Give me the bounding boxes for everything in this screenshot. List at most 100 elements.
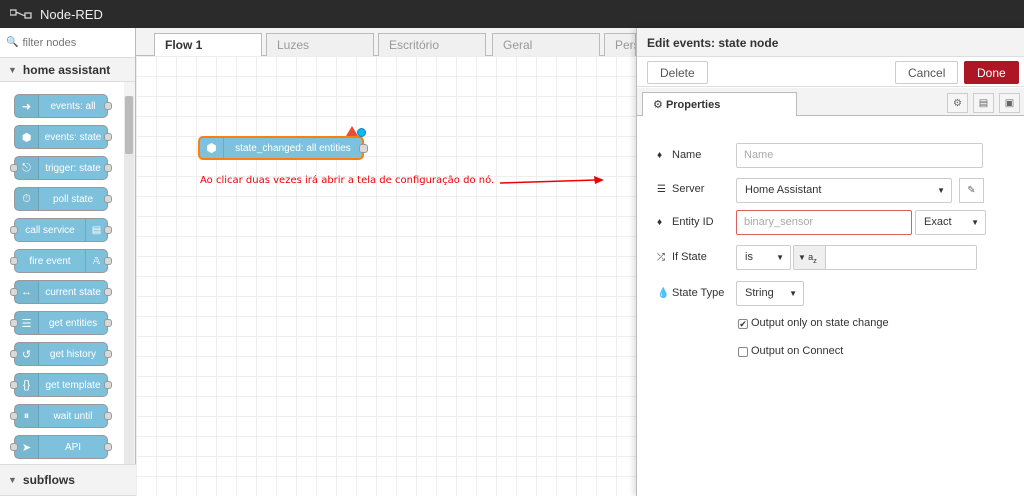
input-port[interactable] [10, 288, 18, 296]
input-port[interactable] [10, 443, 18, 451]
output-port[interactable] [104, 412, 112, 420]
input-port[interactable] [10, 412, 18, 420]
flow-node-events-state[interactable]: ⬢ state_changed: all entities [198, 136, 368, 160]
done-button[interactable]: Done [964, 61, 1019, 84]
output-port[interactable] [104, 319, 112, 327]
node-label: trigger: state [45, 162, 101, 174]
output-port[interactable] [104, 350, 112, 358]
history-icon: ↺ [15, 343, 39, 365]
output-port[interactable] [104, 164, 112, 172]
name-input[interactable]: Name [736, 143, 983, 168]
output-port[interactable] [104, 381, 112, 389]
tab-pers[interactable]: Pers [604, 33, 636, 56]
entity-match-select[interactable]: Exact ▼ [915, 210, 986, 235]
server-label: ☰ Server [657, 183, 704, 195]
tab-properties[interactable]: ⚙ Properties [642, 92, 797, 116]
tab-luzes[interactable]: Luzes [266, 33, 374, 56]
cancel-button[interactable]: Cancel [895, 61, 959, 84]
output-port[interactable] [104, 195, 112, 203]
tab-geral[interactable]: Geral [492, 33, 600, 56]
output-on-connect-checkbox[interactable] [738, 347, 748, 357]
workspace-tabs: Flow 1 Luzes Escritório Geral Pers [136, 28, 636, 57]
palette-search[interactable]: 🔍 [0, 28, 135, 58]
output-on-connect-label[interactable]: Output on Connect [751, 345, 843, 357]
palette-node-api[interactable]: ➤ API [10, 435, 112, 459]
output-on-change-label[interactable]: Output only on state change [751, 317, 889, 329]
tab-escritorio[interactable]: Escritório [378, 33, 486, 56]
type-selector[interactable]: ▼ az [794, 246, 826, 269]
palette-node-current-state[interactable]: ↔ current state [10, 280, 112, 304]
appearance-icon[interactable]: ▣ [999, 93, 1020, 113]
timer-icon: ⏱ [15, 188, 39, 210]
output-port[interactable] [104, 257, 112, 265]
output-port[interactable] [104, 133, 112, 141]
input-port[interactable] [10, 257, 18, 265]
palette-node-get-history[interactable]: ↺ get history [10, 342, 112, 366]
tab-label: Properties [665, 99, 721, 111]
palette-node-wait-until[interactable]: ⏸ wait until [10, 404, 112, 428]
node-label: get entities [48, 317, 98, 329]
palette-scrollbar[interactable] [124, 96, 134, 488]
arrow-right-icon: ➜ [15, 95, 39, 117]
app-header: Node-RED [0, 0, 1024, 28]
arrow-right-icon [499, 176, 604, 184]
pulse-icon: ⎋ [15, 157, 39, 179]
palette-node-trigger-state[interactable]: ⎋ trigger: state [10, 156, 112, 180]
palette-node-poll-state[interactable]: ⏱ poll state [14, 187, 112, 211]
output-port[interactable] [104, 443, 112, 451]
delete-button[interactable]: Delete [647, 61, 708, 84]
palette-category-header[interactable]: ▼ home assistant [0, 58, 135, 82]
node-label: wait until [53, 410, 93, 422]
template-icon: {} [15, 374, 39, 396]
output-on-change-checkbox[interactable]: ✔ [738, 319, 748, 329]
if-state-value-input[interactable]: ▼ az [793, 245, 977, 270]
search-icon: 🔍 [6, 37, 19, 48]
filter-nodes-input[interactable] [22, 36, 133, 49]
node-label: get history [49, 348, 97, 360]
chevron-down-icon: ▼ [798, 253, 806, 262]
pause-icon: ⏸ [15, 405, 39, 427]
input-port[interactable] [10, 350, 18, 358]
string-type-icon: az [808, 252, 817, 265]
select-value: is [745, 251, 753, 263]
label-text: If State [672, 251, 707, 263]
input-port[interactable] [10, 381, 18, 389]
state-type-select[interactable]: String ▼ [736, 281, 804, 306]
name-label: ♦ Name [657, 149, 701, 161]
chevron-down-icon: ▼ [789, 289, 797, 298]
tab-flow-1[interactable]: Flow 1 [154, 33, 262, 57]
palette-node-fire-event[interactable]: fire event 𝔸 [10, 249, 112, 273]
label-text: Name [672, 149, 702, 161]
scrollbar-thumb[interactable] [125, 96, 133, 154]
edit-pencil-icon[interactable]: ✎ [959, 178, 984, 203]
output-port[interactable] [104, 102, 112, 110]
chevron-down-icon: ▼ [937, 186, 945, 195]
output-port[interactable] [104, 226, 112, 234]
server-select[interactable]: Home Assistant ▼ [736, 178, 952, 203]
category-label: subflows [22, 473, 75, 487]
tab-label: Escritório [389, 38, 440, 52]
entity-id-label: ♦ Entity ID [657, 216, 714, 228]
input-port[interactable] [10, 319, 18, 327]
paper-plane-icon: ➤ [15, 436, 39, 458]
palette-node-call-service[interactable]: call service ▤ [10, 218, 112, 242]
input-port[interactable] [10, 164, 18, 172]
settings-gear-icon[interactable]: ⚙ [947, 93, 968, 113]
palette-node-events-state[interactable]: ⬢ events: state [14, 125, 112, 149]
output-port[interactable] [359, 144, 368, 153]
input-port[interactable] [10, 226, 18, 234]
tab-label: Luzes [277, 38, 310, 52]
palette-node-events-all[interactable]: ➜ events: all [14, 94, 112, 118]
description-icon[interactable]: ▤ [973, 93, 994, 113]
if-state-label: ⤮ If State [657, 251, 707, 263]
output-port[interactable] [104, 288, 112, 296]
chevron-down-icon: ▼ [971, 218, 979, 227]
entity-id-input[interactable]: binary_sensor [736, 210, 912, 235]
list-icon: ☰ [15, 312, 39, 334]
subflows-category-header[interactable]: ▼ subflows [0, 464, 136, 496]
drop-icon: 💧 [657, 287, 670, 299]
if-state-operator-select[interactable]: is ▼ [736, 245, 791, 270]
workspace-canvas[interactable] [136, 56, 636, 496]
palette-node-get-template[interactable]: {} get template [10, 373, 112, 397]
palette-node-get-entities[interactable]: ☰ get entities [10, 311, 112, 335]
